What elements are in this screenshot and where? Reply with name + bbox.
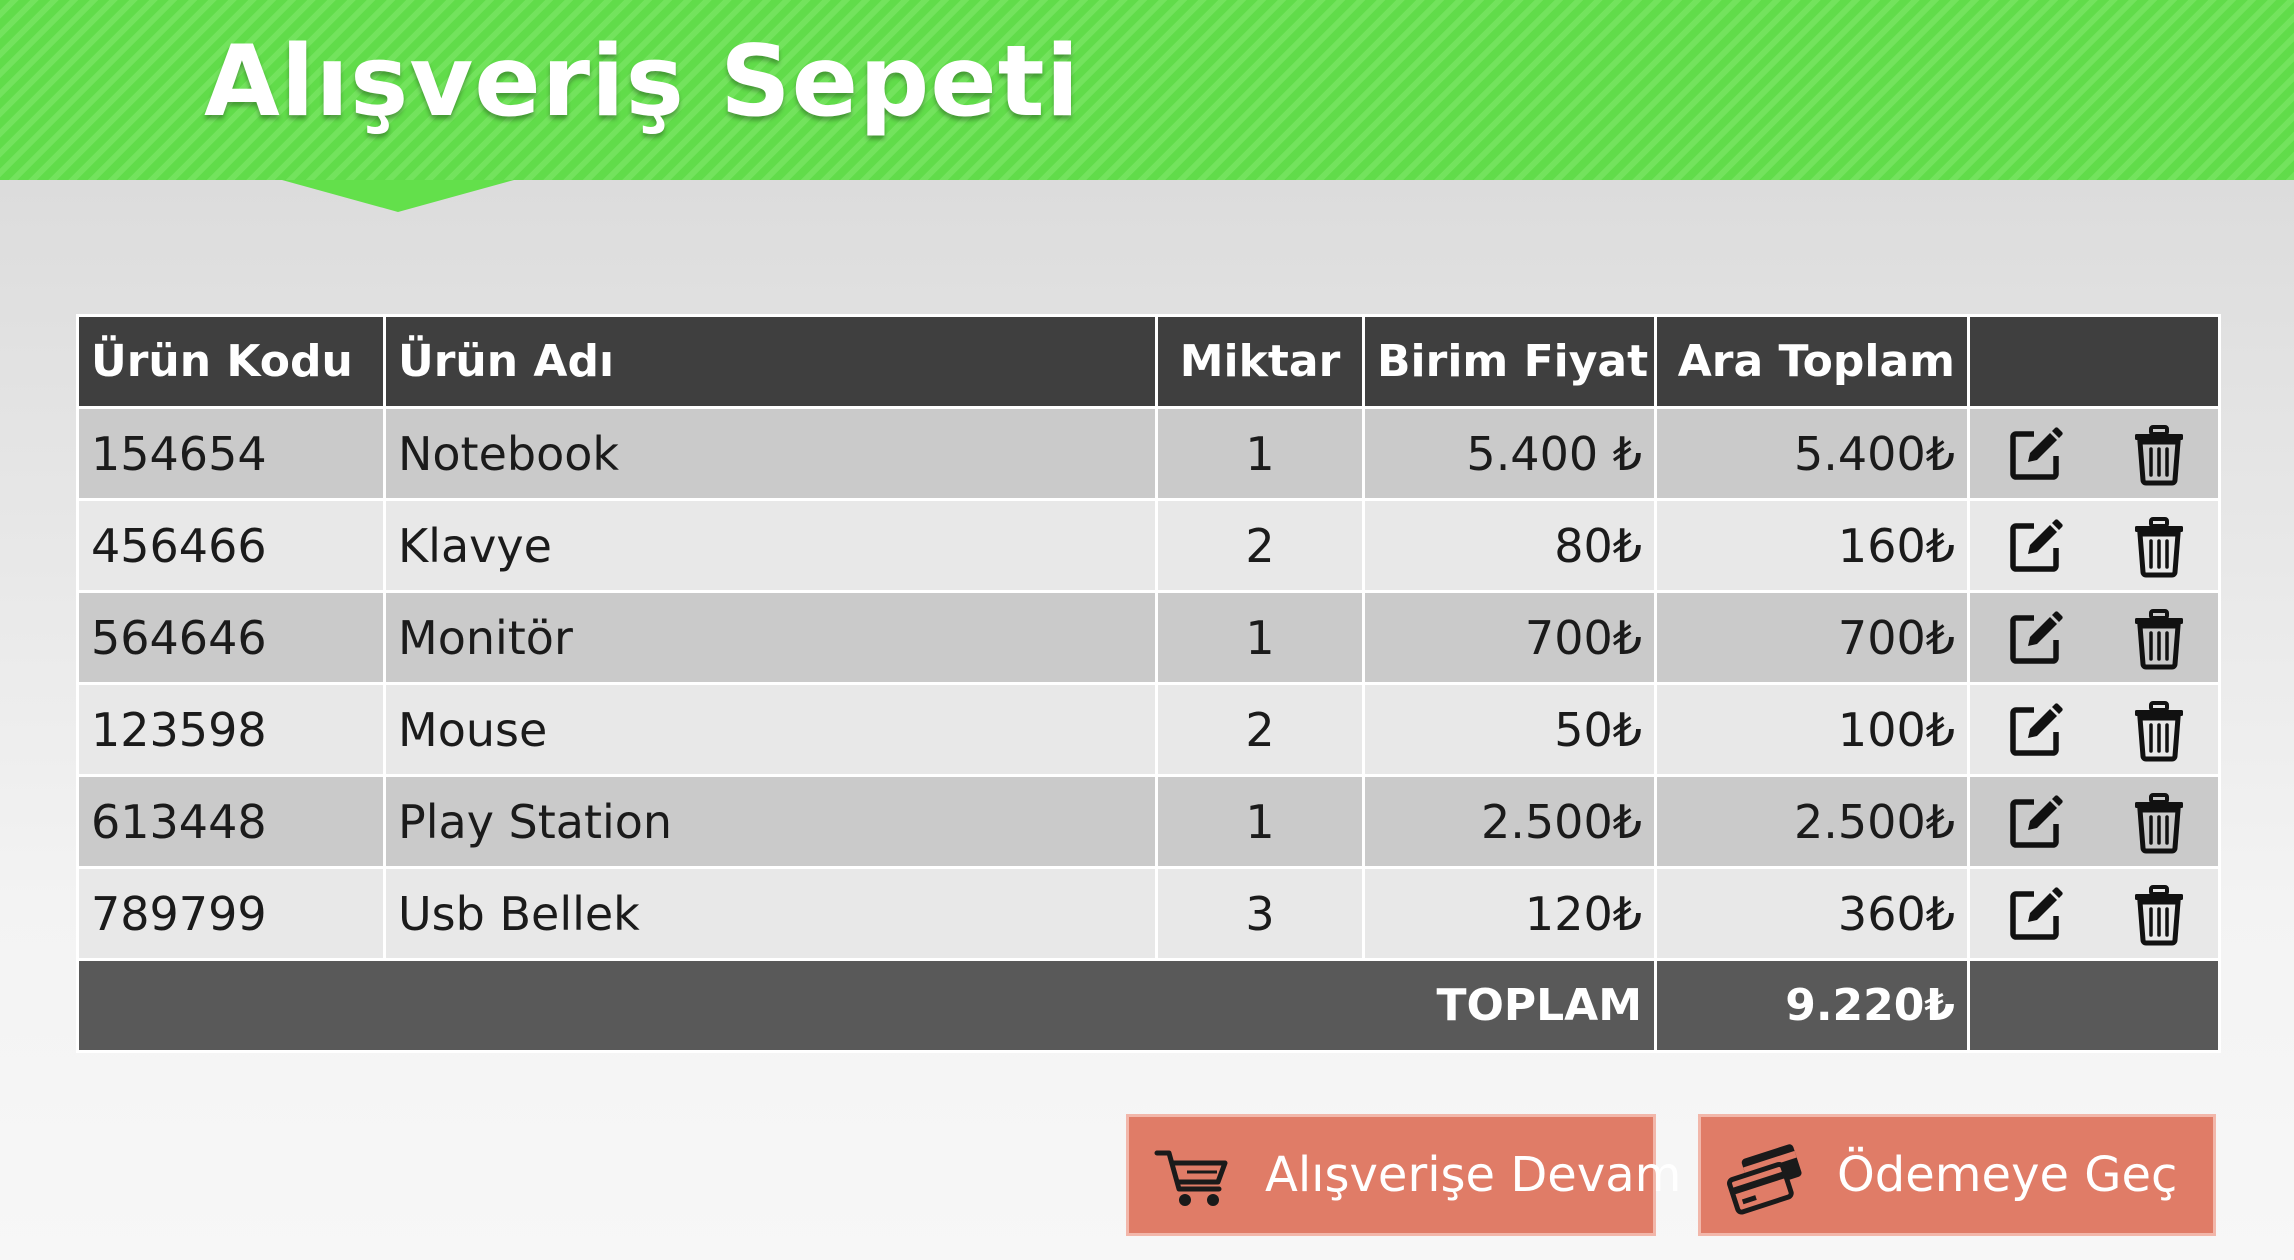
product-quantity: 3 — [1155, 866, 1365, 961]
product-code: 789799 — [76, 866, 386, 961]
column-header-subtotal: Ara Toplam — [1654, 314, 1970, 409]
continue-shopping-label: Alışverişe Devam — [1265, 1147, 1682, 1203]
edit-icon[interactable] — [2004, 606, 2068, 670]
column-header-name: Ürün Adı — [383, 314, 1158, 409]
trash-icon[interactable] — [2127, 882, 2191, 946]
cart-icon — [1151, 1133, 1235, 1217]
product-code: 613448 — [76, 774, 386, 869]
product-quantity: 1 — [1155, 774, 1365, 869]
total-label: TOPLAM — [76, 958, 1657, 1053]
product-name: Play Station — [383, 774, 1158, 869]
edit-icon[interactable] — [2004, 790, 2068, 854]
product-code: 564646 — [76, 590, 386, 685]
page-title: Alışveriş Sepeti — [204, 25, 1081, 139]
product-quantity: 2 — [1155, 498, 1365, 593]
edit-icon[interactable] — [2004, 698, 2068, 762]
continue-shopping-button[interactable]: Alışverişe Devam — [1126, 1114, 1681, 1236]
product-quantity: 1 — [1155, 406, 1365, 501]
table-row: 456466 Klavye 2 80₺ 160₺ — [76, 498, 2221, 593]
product-code: 456466 — [76, 498, 386, 593]
product-quantity: 1 — [1155, 590, 1365, 685]
product-subtotal: 160₺ — [1654, 498, 1970, 593]
cart-table: Ürün Kodu Ürün Adı Miktar Birim Fiyat Ar… — [76, 314, 2221, 1053]
product-subtotal: 2.500₺ — [1654, 774, 1970, 869]
product-name: Monitör — [383, 590, 1158, 685]
product-subtotal: 100₺ — [1654, 682, 1970, 777]
product-subtotal: 360₺ — [1654, 866, 1970, 961]
table-row: 564646 Monitör 1 700₺ 700₺ — [76, 590, 2221, 685]
product-name: Notebook — [383, 406, 1158, 501]
product-unit-price: 50₺ — [1362, 682, 1657, 777]
edit-icon[interactable] — [2004, 882, 2068, 946]
total-row: TOPLAM 9.220₺ — [76, 958, 2221, 1053]
table-row: 613448 Play Station 1 2.500₺ 2.500₺ — [76, 774, 2221, 869]
total-value: 9.220₺ — [1654, 958, 1970, 1053]
product-subtotal: 700₺ — [1654, 590, 1970, 685]
product-code: 154654 — [76, 406, 386, 501]
table-row: 789799 Usb Bellek 3 120₺ 360₺ — [76, 866, 2221, 961]
row-actions — [1967, 774, 2221, 869]
product-unit-price: 2.500₺ — [1362, 774, 1657, 869]
trash-icon[interactable] — [2127, 422, 2191, 486]
checkout-label: Ödemeye Geç — [1837, 1147, 2178, 1203]
column-header-code: Ürün Kodu — [76, 314, 386, 409]
row-actions — [1967, 866, 2221, 961]
checkout-button[interactable]: Ödemeye Geç — [1698, 1114, 2216, 1236]
trash-icon[interactable] — [2127, 514, 2191, 578]
product-unit-price: 120₺ — [1362, 866, 1657, 961]
row-actions — [1967, 406, 2221, 501]
row-actions — [1967, 682, 2221, 777]
product-quantity: 2 — [1155, 682, 1365, 777]
edit-icon[interactable] — [2004, 514, 2068, 578]
row-actions — [1967, 498, 2221, 593]
table-row: 123598 Mouse 2 50₺ 100₺ — [76, 682, 2221, 777]
table-header-row: Ürün Kodu Ürün Adı Miktar Birim Fiyat Ar… — [76, 314, 2221, 409]
trash-icon[interactable] — [2127, 698, 2191, 762]
trash-icon[interactable] — [2127, 790, 2191, 854]
column-header-unit-price: Birim Fiyat — [1362, 314, 1657, 409]
column-header-quantity: Miktar — [1155, 314, 1365, 409]
edit-icon[interactable] — [2004, 422, 2068, 486]
product-unit-price: 700₺ — [1362, 590, 1657, 685]
product-name: Mouse — [383, 682, 1158, 777]
column-header-actions — [1967, 314, 2221, 409]
row-actions — [1967, 590, 2221, 685]
header-notch — [282, 180, 514, 212]
trash-icon[interactable] — [2127, 606, 2191, 670]
product-code: 123598 — [76, 682, 386, 777]
product-name: Klavye — [383, 498, 1158, 593]
product-subtotal: 5.400₺ — [1654, 406, 1970, 501]
total-actions-spacer — [1967, 958, 2221, 1053]
table-row: 154654 Notebook 1 5.400 ₺ 5.400₺ — [76, 406, 2221, 501]
product-unit-price: 5.400 ₺ — [1362, 406, 1657, 501]
credit-cards-icon — [1723, 1133, 1807, 1217]
product-unit-price: 80₺ — [1362, 498, 1657, 593]
product-name: Usb Bellek — [383, 866, 1158, 961]
